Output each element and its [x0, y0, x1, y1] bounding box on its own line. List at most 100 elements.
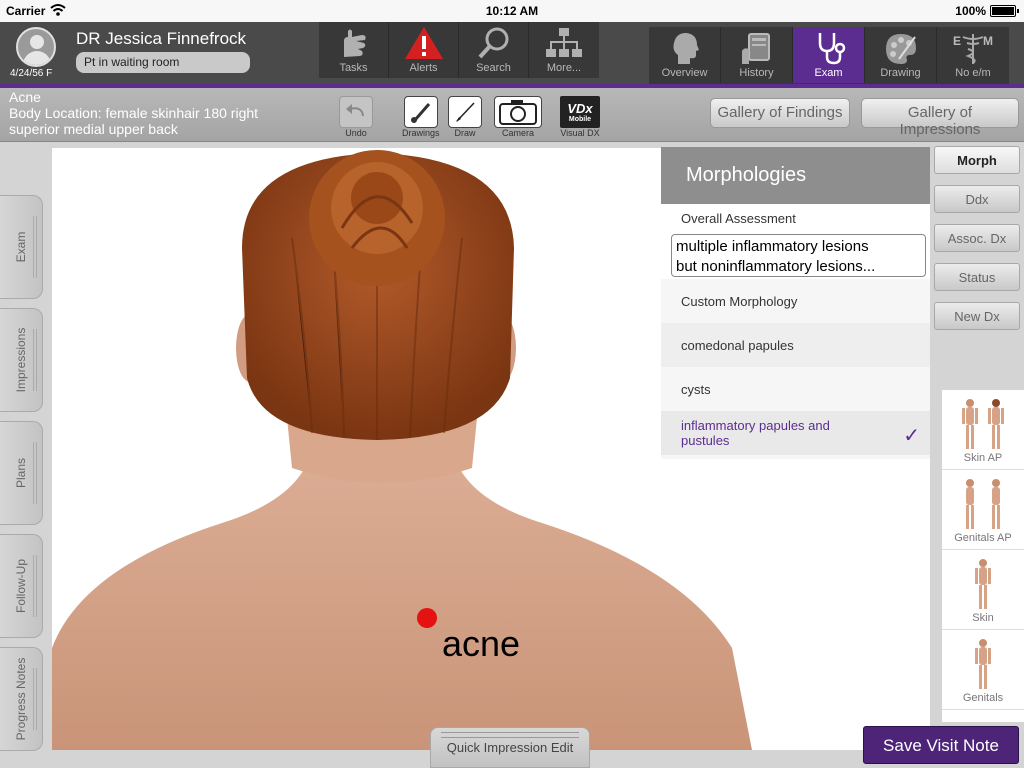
visual-dx-label: Visual DX: [560, 128, 600, 138]
pen-icon: [448, 96, 482, 128]
thumbnail-label: Skin AP: [963, 452, 1003, 464]
exam-label: Exam: [814, 67, 843, 79]
thumbnail-label: Skin: [972, 612, 994, 624]
undo-button[interactable]: Undo: [339, 96, 373, 138]
tab-overview[interactable]: Overview: [649, 27, 721, 83]
nav-tool-group: Tasks Alerts Search More...: [319, 22, 599, 78]
no-em-label: No e/m: [955, 67, 991, 79]
tab-progress-notes[interactable]: Progress Notes: [0, 647, 43, 751]
status-button[interactable]: Status: [934, 263, 1020, 291]
undo-label: Undo: [345, 128, 367, 138]
drawings-label: Drawings: [402, 128, 440, 138]
save-visit-note-button[interactable]: Save Visit Note: [863, 726, 1019, 764]
tab-follow-up-label: Follow-Up: [14, 558, 28, 614]
morph-button[interactable]: Morph: [934, 146, 1020, 174]
morphologies-panel: Morphologies Overall Assessment multiple…: [661, 147, 930, 459]
org-chart-icon: [529, 26, 599, 60]
camera-button[interactable]: Camera: [494, 96, 542, 138]
svg-text:E: E: [953, 34, 961, 48]
lesion-marker[interactable]: [417, 608, 437, 628]
more-button[interactable]: More...: [529, 22, 599, 78]
body-location: Body Location: female skinhair 180 right…: [9, 105, 259, 137]
camera-label: Camera: [501, 128, 534, 138]
tab-drawing[interactable]: Drawing: [865, 27, 937, 83]
head-profile-icon: [649, 31, 720, 65]
thumbnail-label: Genitals: [962, 692, 1004, 704]
morphology-item-inflammatory[interactable]: inflammatory papules and pustules ✓: [661, 411, 930, 455]
thumbnail-genitals-ap[interactable]: Genitals AP: [942, 470, 1024, 550]
morphology-item-comedonal-papules[interactable]: comedonal papules: [661, 323, 930, 367]
status-bar: Carrier 10:12 AM 100%: [0, 0, 1024, 22]
stethoscope-icon: [793, 31, 864, 65]
clock-time: 10:12 AM: [485, 4, 539, 18]
tab-exam-side[interactable]: Exam: [0, 195, 43, 299]
overall-assessment-label: Overall Assessment: [661, 204, 930, 232]
svg-text:M: M: [983, 34, 993, 48]
assoc-dx-button[interactable]: Assoc. Dx: [934, 224, 1020, 252]
thumbnail-skin[interactable]: Skin: [942, 550, 1024, 630]
search-label: Search: [476, 62, 511, 74]
more-label: More...: [546, 62, 582, 74]
morphology-item-cysts[interactable]: cysts: [661, 367, 930, 411]
thumbnail-genitals[interactable]: Genitals: [942, 630, 1024, 710]
alerts-label: Alerts: [409, 62, 438, 74]
tab-progress-notes-label: Progress Notes: [14, 657, 28, 741]
battery-percent: 100%: [955, 4, 986, 18]
tasks-button[interactable]: Tasks: [319, 22, 389, 78]
alerts-button[interactable]: Alerts: [389, 22, 459, 78]
gallery-impressions-button[interactable]: Gallery of Impressions: [861, 98, 1019, 138]
tablet-hand-icon: [721, 31, 792, 65]
caduceus-icon: EM: [937, 31, 1009, 65]
magnifier-icon: [459, 26, 528, 60]
tab-impressions-label: Impressions: [14, 327, 28, 393]
tab-history[interactable]: History: [721, 27, 793, 83]
thumbnail-skin-ap[interactable]: Skin AP: [942, 390, 1024, 470]
visual-dx-button[interactable]: VDx Mobile Visual DX: [560, 96, 600, 138]
new-dx-button[interactable]: New Dx: [934, 302, 1020, 330]
section-tabs: Overview History Exam Drawing EM No e/m: [649, 27, 1009, 84]
brush-icon: [403, 96, 438, 128]
drawing-label: Drawing: [880, 67, 921, 79]
morphologies-title: Morphologies: [661, 147, 930, 204]
hand-icon: [319, 26, 388, 60]
gallery-findings-button[interactable]: Gallery of Findings: [710, 98, 850, 128]
body-map-thumbnails: Skin AP Genitals AP Skin Genitals: [942, 390, 1024, 722]
tab-exam-side-label: Exam: [14, 231, 28, 263]
quick-impression-edit-handle[interactable]: Quick Impression Edit: [430, 727, 590, 768]
overall-assessment-field[interactable]: multiple inflammatory lesions but noninf…: [671, 234, 926, 277]
morphology-item-custom[interactable]: Custom Morphology: [661, 279, 930, 323]
tab-follow-up[interactable]: Follow-Up: [0, 534, 43, 638]
tab-no-em[interactable]: EM No e/m: [937, 27, 1009, 83]
patient-status-field[interactable]: Pt in waiting room: [76, 52, 250, 73]
camera-icon: [494, 96, 542, 128]
tasks-label: Tasks: [339, 62, 368, 74]
palette-icon: [865, 31, 936, 65]
tab-plans-label: Plans: [14, 457, 28, 489]
finding-name: Acne: [9, 89, 41, 105]
battery-icon: [990, 5, 1019, 17]
lesion-marker-label: acne: [442, 623, 521, 664]
body-figure-icon: [962, 399, 1004, 449]
body-figure-icon: [975, 559, 991, 609]
tab-exam[interactable]: Exam: [793, 27, 865, 83]
search-button[interactable]: Search: [459, 22, 529, 78]
body-figure-icon: [966, 479, 1000, 529]
draw-label: Draw: [454, 128, 476, 138]
drawings-button[interactable]: Drawings: [402, 96, 440, 138]
body-figure-icon: [975, 639, 991, 689]
draw-button[interactable]: Draw: [448, 96, 482, 138]
app-header: 4/24/56 F DR Jessica Finnefrock Pt in wa…: [0, 22, 1024, 84]
undo-icon: [339, 96, 373, 128]
ddx-button[interactable]: Ddx: [934, 185, 1020, 213]
checkmark-icon: ✓: [903, 425, 920, 447]
history-label: History: [739, 67, 774, 79]
thumbnail-label: Genitals AP: [954, 532, 1012, 544]
patient-dob: 4/24/56 F: [10, 68, 53, 79]
exam-toolbar: Acne Body Location: female skinhair 180 …: [0, 88, 1024, 142]
tab-plans[interactable]: Plans: [0, 421, 43, 525]
patient-avatar[interactable]: [16, 27, 56, 67]
tab-impressions[interactable]: Impressions: [0, 308, 43, 412]
visual-dx-logo-icon: VDx Mobile: [560, 96, 600, 128]
doctor-name: DR Jessica Finnefrock: [76, 29, 247, 48]
overview-label: Overview: [661, 67, 708, 79]
